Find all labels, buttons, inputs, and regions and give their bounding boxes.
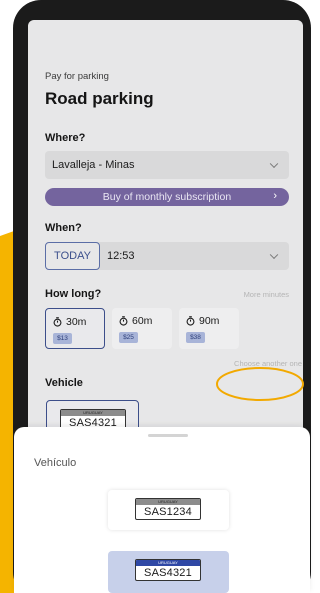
duration-text: 60m: [132, 315, 153, 327]
how-long-label: How long?: [45, 288, 102, 300]
page-title: Road parking: [45, 89, 154, 108]
subscription-label: Buy of monthly subscription: [102, 191, 232, 203]
price-badge: $13: [53, 333, 72, 344]
price-badge: $38: [186, 332, 205, 343]
stopwatch-icon: [53, 317, 62, 327]
stopwatch-icon: [186, 316, 195, 326]
duration-option-60[interactable]: 60m $25: [112, 308, 172, 349]
plate-number: SAS4321: [144, 567, 192, 579]
chevron-down-icon: [269, 250, 279, 260]
more-minutes-link[interactable]: More minutes: [244, 290, 289, 299]
duration-text: 90m: [199, 315, 220, 327]
time-value: 12:53: [107, 250, 135, 262]
vehicle-option[interactable]: URUGUAY SAS1234: [108, 490, 229, 530]
monthly-subscription-button[interactable]: Buy of monthly subscription ›: [45, 188, 289, 206]
price-badge: $25: [119, 332, 138, 343]
sheet-handle[interactable]: [148, 434, 188, 437]
duration-text: 30m: [66, 316, 87, 328]
today-button[interactable]: TODAY: [45, 242, 100, 270]
time-select[interactable]: TODAY 12:53: [45, 242, 289, 270]
when-label: When?: [45, 222, 82, 234]
license-plate: URUGUAY SAS4321: [135, 559, 201, 581]
vehicle-bottom-sheet: Vehículo URUGUAY SAS1234 URUGUAY SAS4321: [14, 427, 310, 593]
sheet-title: Vehículo: [34, 457, 77, 469]
plate-number: SAS1234: [144, 506, 192, 518]
highlight-circle: [216, 367, 304, 401]
license-plate: URUGUAY SAS1234: [135, 498, 201, 520]
stopwatch-icon: [119, 316, 128, 326]
location-select[interactable]: Lavalleja - Minas: [45, 151, 289, 179]
chevron-right-icon: ›: [273, 190, 277, 202]
vehicle-option-selected[interactable]: URUGUAY SAS4321: [108, 551, 229, 593]
page-caption: Pay for parking: [45, 71, 109, 82]
duration-option-90[interactable]: 90m $38: [179, 308, 239, 349]
location-value: Lavalleja - Minas: [52, 159, 135, 171]
chevron-down-icon: [269, 159, 279, 169]
vehicle-label: Vehicle: [45, 377, 83, 389]
duration-option-30[interactable]: 30m $13: [45, 308, 105, 349]
where-label: Where?: [45, 132, 86, 144]
